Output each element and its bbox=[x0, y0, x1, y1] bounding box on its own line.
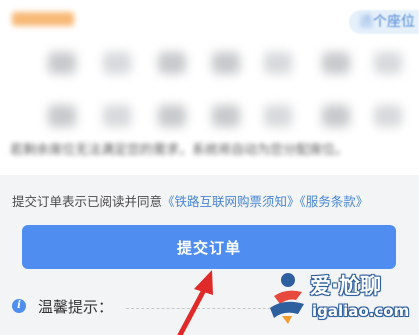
seat-option[interactable] bbox=[48, 105, 76, 127]
seat-row-1 bbox=[40, 52, 402, 76]
watermark: 爱·尬聊 igaliao.com bbox=[262, 268, 419, 335]
blurred-tag bbox=[12, 12, 74, 26]
seat-option[interactable] bbox=[48, 52, 76, 74]
service-terms-link[interactable]: 《服务条款》 bbox=[300, 194, 369, 209]
seat-option[interactable] bbox=[264, 105, 292, 127]
seat-option[interactable] bbox=[322, 105, 350, 127]
seat-option[interactable] bbox=[322, 52, 350, 74]
seat-option[interactable] bbox=[212, 52, 240, 74]
seat-option[interactable] bbox=[158, 52, 186, 74]
seat-option[interactable] bbox=[103, 52, 131, 74]
seat-row-2 bbox=[40, 105, 402, 129]
seat-option[interactable] bbox=[374, 52, 402, 74]
seat-option[interactable] bbox=[158, 105, 186, 127]
agreement-prefix: 提交订单表示已阅读并同意 bbox=[12, 194, 163, 209]
seat-option[interactable] bbox=[212, 105, 240, 127]
tips-label: 温馨提示： bbox=[38, 298, 114, 316]
seat-link-label: 个座位 bbox=[373, 14, 415, 30]
seat-option[interactable] bbox=[374, 105, 402, 127]
seat-allocation-note: 若剩余席位无法满足您的需求，系统将自动为您分配席位。 bbox=[10, 143, 349, 158]
choose-seat-link[interactable]: 选个座位 bbox=[349, 10, 419, 34]
agreement-text: 提交订单表示已阅读并同意《铁路互联网购票须知》《服务条款》 bbox=[12, 191, 368, 210]
seat-selection-panel: 选个座位 若剩余席位无法满足您的需求，系统将自动为您分配席位。 bbox=[0, 0, 419, 175]
watermark-url: igaliao.com bbox=[312, 302, 410, 320]
seat-option[interactable] bbox=[103, 105, 131, 127]
seat-option[interactable] bbox=[264, 52, 292, 74]
info-icon: i bbox=[12, 299, 26, 313]
purchase-notice-link[interactable]: 《铁路互联网购票须知》 bbox=[162, 194, 300, 209]
seat-link-lead: 选 bbox=[359, 14, 373, 30]
submit-order-button[interactable]: 提交订单 bbox=[22, 225, 396, 269]
watermark-title: 爱·尬聊 bbox=[310, 274, 381, 298]
watermark-logo-icon bbox=[270, 273, 304, 324]
tips-divider bbox=[126, 308, 276, 309]
